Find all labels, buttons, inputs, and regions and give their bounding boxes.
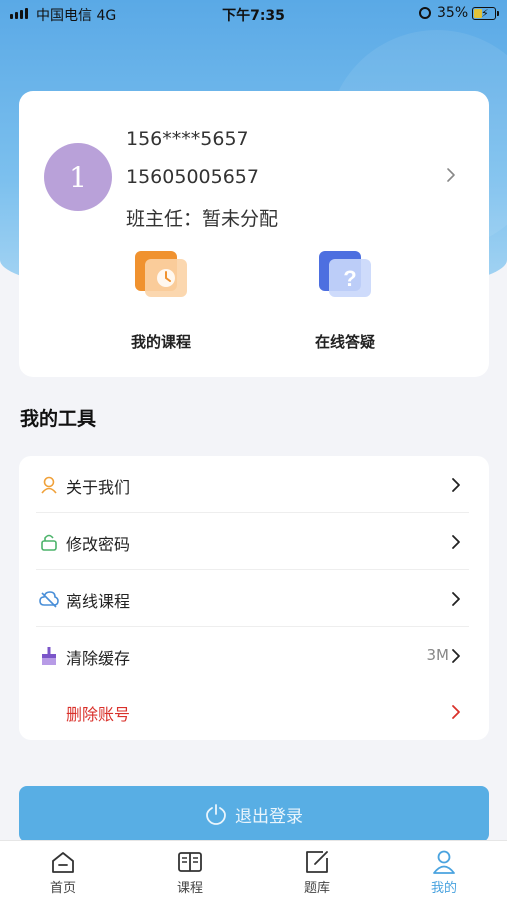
tab-courses[interactable]: 课程	[127, 841, 253, 900]
lock-icon	[41, 534, 57, 551]
tool-label: 关于我们	[66, 478, 131, 497]
battery-percent: 35%	[437, 5, 469, 21]
tool-label: 离线课程	[66, 592, 131, 611]
phone-number: 15605005657	[126, 166, 259, 188]
person-icon	[41, 476, 57, 494]
book-icon	[178, 852, 202, 872]
tool-label: 删除账号	[66, 705, 131, 724]
tab-label: 首页	[49, 881, 76, 896]
logout-label: 退出登录	[235, 806, 303, 827]
tab-label: 题库	[303, 881, 330, 896]
svg-text:?: ?	[343, 266, 356, 291]
rotation-lock-icon	[419, 7, 431, 19]
home-icon	[52, 852, 74, 873]
tab-label: 课程	[176, 881, 203, 896]
my-courses-label: 我的课程	[130, 333, 191, 351]
tab-label: 我的	[430, 881, 457, 896]
cache-size: 3M	[426, 646, 450, 664]
tab-question-bank[interactable]: 题库	[254, 841, 380, 900]
chevron-right-icon	[452, 649, 460, 663]
battery-icon: ⚡	[472, 7, 499, 20]
avatar[interactable]: 1	[44, 143, 112, 211]
clock-book-icon	[133, 247, 189, 303]
tool-label: 修改密码	[66, 535, 131, 554]
masked-phone: 156****5657	[126, 128, 249, 150]
chevron-right-icon	[452, 478, 460, 492]
my-courses-shortcut[interactable]: 我的课程	[91, 241, 231, 361]
tool-row-offline-courses[interactable]: 离线课程	[19, 570, 489, 627]
tab-mine[interactable]: 我的	[381, 841, 507, 900]
broom-icon	[42, 647, 56, 665]
tool-row-about-us[interactable]: 关于我们	[19, 456, 489, 513]
online-qa-shortcut[interactable]: ? 在线答疑	[275, 241, 415, 361]
tool-row-change-password[interactable]: 修改密码	[19, 513, 489, 570]
online-qa-label: 在线答疑	[314, 333, 375, 351]
tab-home[interactable]: 首页	[0, 841, 126, 900]
logout-button[interactable]: 退出登录	[19, 786, 489, 842]
head-teacher: 班主任：暂未分配	[126, 208, 279, 230]
user-icon	[433, 850, 455, 874]
status-bar: 中国电信 4G 下午7:35 35% ⚡	[0, 0, 507, 28]
tab-bar: 首页 课程 题库 我的	[0, 840, 507, 900]
chevron-right-icon	[452, 535, 460, 549]
tool-row-delete-account[interactable]: 删除账号	[19, 683, 489, 740]
tool-row-clear-cache[interactable]: 清除缓存 3M	[19, 627, 489, 684]
status-time: 下午7:35	[222, 8, 285, 24]
tool-label: 清除缓存	[66, 649, 131, 668]
tools-card: 关于我们 修改密码 离线课程 清除缓存 3M 删除账号	[19, 456, 489, 740]
chevron-right-icon	[452, 592, 460, 606]
chevron-right-icon	[452, 705, 460, 719]
cloud-icon	[39, 591, 59, 608]
power-icon	[206, 804, 226, 825]
edit-icon	[306, 851, 328, 873]
tools-section-title: 我的工具	[20, 408, 97, 430]
profile-card: 1 156****5657 15605005657 班主任：暂未分配 我的课程 …	[19, 91, 489, 377]
profile-chevron-right-icon[interactable]	[443, 167, 459, 183]
question-icon: ?	[317, 247, 373, 303]
